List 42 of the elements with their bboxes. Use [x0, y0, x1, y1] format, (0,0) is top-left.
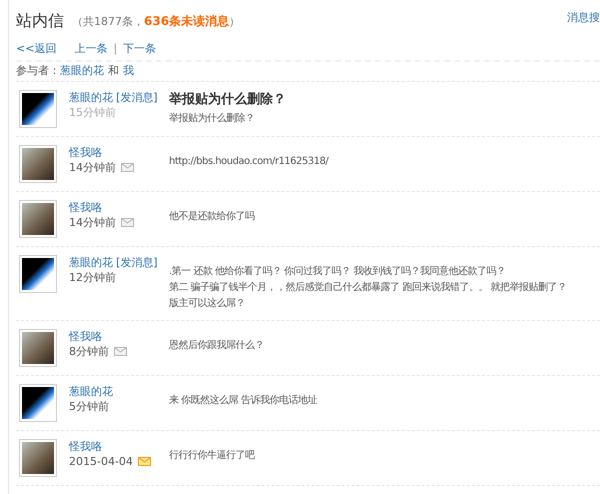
message-time: 2015-04-04	[69, 454, 133, 469]
avatar-image[interactable]	[19, 145, 57, 183]
message-time: 15分钟前	[69, 105, 116, 120]
participant-link[interactable]: 我	[123, 63, 134, 80]
message-text: 恩然后你跟我屌什么？	[169, 338, 265, 353]
message-time: 5分钟前	[69, 399, 109, 414]
participants-label: 参与者：	[16, 63, 60, 80]
avatar-image[interactable]	[19, 90, 57, 128]
back-link[interactable]: <<返回	[16, 40, 56, 58]
message-text: 他不是还款给你了吗	[169, 210, 256, 224]
message-text: .第一 还款 他给你看了吗？ 你问过我了吗？ 我收到钱了吗？我同意他还款了吗？ 第二 骗子骗了钱半个月，，然后感觉自己什么都暴露了 跑回来说我错了。。 就把举报贴删了？ 版主可以这么屌？	[169, 264, 568, 311]
message-text: http://bbs.houdao.com/r11625318/	[169, 155, 330, 169]
sender-link[interactable]: 怪我咯	[69, 329, 102, 344]
message-subject: 举报贴为什么删除？	[169, 92, 287, 108]
send-message-link[interactable]: [发消息]	[116, 255, 158, 270]
message-time: 12分钟前	[69, 270, 116, 285]
message-time: 14分钟前	[69, 160, 116, 175]
send-message-link[interactable]: [发消息]	[116, 90, 158, 105]
avatar-image[interactable]	[19, 329, 57, 367]
next-link[interactable]: 下一条	[123, 40, 156, 58]
sender-link[interactable]: 怪我咯	[69, 200, 102, 215]
message-time: 8分钟前	[69, 344, 109, 359]
avatar-image[interactable]	[19, 439, 57, 477]
message-count: （共1877条，636条未读消息）	[72, 12, 240, 30]
separator: |	[113, 40, 118, 57]
sender-link[interactable]: 葱眼的花	[69, 90, 113, 105]
sender-link[interactable]: 葱眼的花	[69, 255, 113, 270]
avatar-image[interactable]	[19, 384, 57, 422]
message-text: 举报贴为什么删除？	[169, 112, 256, 126]
sender-link[interactable]: 怪我咯	[69, 439, 102, 454]
message-text: 来 你既然这么屌 告诉我你电话地址	[169, 394, 318, 408]
search-link[interactable]: 消息搜	[567, 10, 600, 26]
message-time: 14分钟前	[69, 215, 116, 230]
avatar-image[interactable]	[19, 200, 57, 238]
sender-link[interactable]: 怪我咯	[69, 145, 102, 160]
previous-link[interactable]: 上一条	[74, 40, 108, 58]
avatar-image[interactable]	[19, 255, 57, 293]
conjunction-text: 和	[108, 63, 119, 80]
page-title: 站内信	[16, 10, 64, 32]
participant-link[interactable]: 葱眼的花	[60, 63, 104, 80]
message-text: 行行行你牛逼行了吧	[169, 448, 256, 463]
sender-link[interactable]: 葱眼的花	[69, 384, 113, 399]
